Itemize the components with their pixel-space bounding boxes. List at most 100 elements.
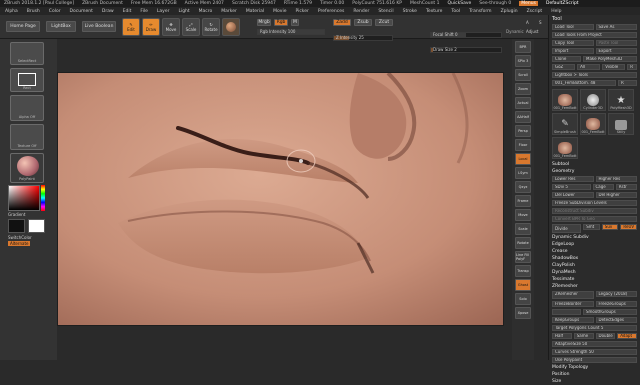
geometry-header[interactable]: Geometry (549, 168, 640, 175)
adaptive-size-slider[interactable]: AdaptiveSize 50 (552, 341, 637, 347)
zcut-button[interactable]: Zcut (375, 19, 393, 26)
tool-thumb-0[interactable]: 001_FemBott (552, 89, 578, 111)
menu-alpha[interactable]: Alpha (5, 9, 18, 14)
all-button[interactable]: All (577, 64, 601, 70)
smt-button[interactable]: Smt (583, 224, 600, 230)
convert-bpr-button[interactable]: Convert BPR To Geo (552, 216, 637, 222)
mrgb-button[interactable]: Mrgb (257, 19, 271, 26)
main-color-swatch[interactable] (8, 219, 25, 233)
menu-color[interactable]: Color (49, 9, 61, 14)
material-picker[interactable]: PolyPaint (10, 153, 44, 183)
subtool-header[interactable]: Subtool (549, 161, 640, 168)
draw-button[interactable]: ✏ Draw (142, 18, 160, 36)
menu-brush[interactable]: Brush (27, 9, 40, 14)
visible-button[interactable]: Visible (602, 64, 626, 70)
quicksave-button[interactable]: QuickSave (448, 1, 472, 6)
modify-topology-header[interactable]: Modify Topology (549, 364, 640, 371)
load-tool-button[interactable]: Load Tool (552, 24, 594, 30)
menu-document[interactable]: Document (70, 9, 93, 14)
claypolish-header[interactable]: ClayPolish (549, 262, 640, 269)
half-button[interactable]: Half (552, 333, 572, 339)
sdiv-slider[interactable]: SDiv 5 (552, 184, 591, 190)
menu-tool[interactable]: Tool (451, 9, 460, 14)
target-polygons-slider[interactable]: Target Polygons Count 5 (552, 325, 637, 331)
menu-preferences[interactable]: Preferences (318, 9, 344, 14)
copy-tool-button[interactable]: Copy Tool (552, 40, 594, 46)
bpr-button[interactable]: BPR (515, 41, 531, 53)
actual-button[interactable]: Actual (515, 97, 531, 109)
brush-picker[interactable]: SelectRect (10, 42, 44, 65)
hue-slider[interactable] (41, 185, 45, 211)
material-swatch-button[interactable] (222, 18, 240, 36)
qxyz-button[interactable]: Qxyz (515, 181, 531, 193)
menu-layer[interactable]: Layer (157, 9, 170, 14)
lightbox-button[interactable]: LightBox (46, 21, 76, 32)
zoom-button[interactable]: Zoom (515, 83, 531, 95)
keep-groups-button[interactable]: KeepGroups (552, 317, 594, 323)
viewport-canvas[interactable] (57, 72, 504, 326)
scale-view-button[interactable]: Scale (515, 223, 531, 235)
shadowbox-header[interactable]: ShadowBox (549, 255, 640, 262)
move-view-button[interactable]: Move (515, 209, 531, 221)
dynamic-subdiv-header[interactable]: Dynamic Subdiv (549, 234, 640, 241)
menu-stencil[interactable]: Stencil (378, 9, 393, 14)
use-polypaint-button[interactable]: Use Polypaint (552, 357, 637, 363)
solo-button[interactable]: Solo (515, 293, 531, 305)
tool-thumb-4[interactable]: 001_FemBott (580, 113, 606, 135)
freeze-subdiv-button[interactable]: Freeze SubDivision Levels (552, 200, 637, 206)
tool-thumb-2[interactable]: ★ PolyMesh3D (608, 89, 634, 111)
tool-thumb-1[interactable]: Cylinder3D (580, 89, 606, 111)
cage-button[interactable]: Cage (592, 184, 614, 190)
tessimate-header[interactable]: Tessimate (549, 276, 640, 283)
persp-button[interactable]: Persp (515, 125, 531, 137)
r2-button[interactable]: R (618, 80, 637, 86)
menu-light[interactable]: Light (178, 9, 189, 14)
menu-render[interactable]: Render (353, 9, 369, 14)
edit-button[interactable]: ✎ Edit (122, 18, 140, 36)
focal-shift-slider[interactable]: Focal Shift 0 (430, 32, 502, 38)
del-higher-button[interactable]: Del Higher (595, 192, 637, 198)
menu-movie[interactable]: Movie (273, 9, 286, 14)
texture-picker[interactable]: Texture Off (10, 124, 44, 150)
tool-palette-title[interactable]: Tool (549, 15, 640, 23)
import-button[interactable]: Import (552, 48, 594, 54)
detect-edges-button[interactable]: DetectEdges (595, 317, 637, 323)
menu-picker[interactable]: Picker (295, 9, 308, 14)
menu-draw[interactable]: Draw (102, 9, 114, 14)
rstr-button[interactable]: Rstr (615, 184, 637, 190)
lsym-button[interactable]: LSym (515, 167, 531, 179)
freeze-border-button[interactable]: FreezeBorder (552, 301, 594, 307)
spix-button[interactable]: SPix 3 (515, 55, 531, 67)
rotate-view-button[interactable]: Rotate (515, 237, 531, 249)
size-header[interactable]: Size (549, 378, 640, 385)
z-intensity-slider[interactable]: Z Intensity 25 (333, 35, 393, 41)
zremesher-header[interactable]: ZRemesher (549, 283, 640, 290)
tool-thumb-5[interactable]: Stilly (608, 113, 634, 135)
switch-color-button[interactable]: SwitchColor (8, 235, 32, 240)
position-header[interactable]: Position (549, 371, 640, 378)
scale-button[interactable]: ⤢ Scale (182, 18, 200, 36)
alpha-picker[interactable]: Alpha Off (10, 95, 44, 121)
menu-zscript[interactable]: Zscript (527, 9, 543, 14)
zsub-button[interactable]: Zsub (354, 19, 372, 26)
tool-thumb-3[interactable]: ✎ SimpleBrush (552, 113, 578, 135)
reuv-button[interactable]: ReUV (620, 224, 637, 230)
suv-button[interactable]: Suv (601, 224, 619, 230)
adjust-button[interactable]: Adjust (526, 29, 539, 34)
menu-macro[interactable]: Macro (199, 9, 213, 14)
del-lower-button[interactable]: Del Lower (552, 192, 594, 198)
curves-strength-slider[interactable]: Curves Strength 50 (552, 349, 637, 355)
menus-toggle[interactable]: Menus (519, 1, 538, 6)
aahalf-button[interactable]: AAHalf (515, 111, 531, 123)
ghost-button[interactable]: Ghost (515, 279, 531, 291)
live-boolean-button[interactable]: Live Boolean (82, 21, 116, 32)
reconstruct-subdiv-button[interactable]: Reconstruct Subdiv (552, 208, 637, 214)
edgeloop-header[interactable]: EdgeLoop (549, 241, 640, 248)
lower-res-button[interactable]: Lower Res (552, 176, 594, 182)
transp-button[interactable]: Transp (515, 265, 531, 277)
color-picker-square[interactable] (8, 185, 40, 211)
floor-button[interactable]: Floor (515, 139, 531, 151)
frame-button[interactable]: Frame (515, 195, 531, 207)
menu-edit[interactable]: Edit (123, 9, 132, 14)
goz-button[interactable]: GoZ (552, 64, 576, 70)
